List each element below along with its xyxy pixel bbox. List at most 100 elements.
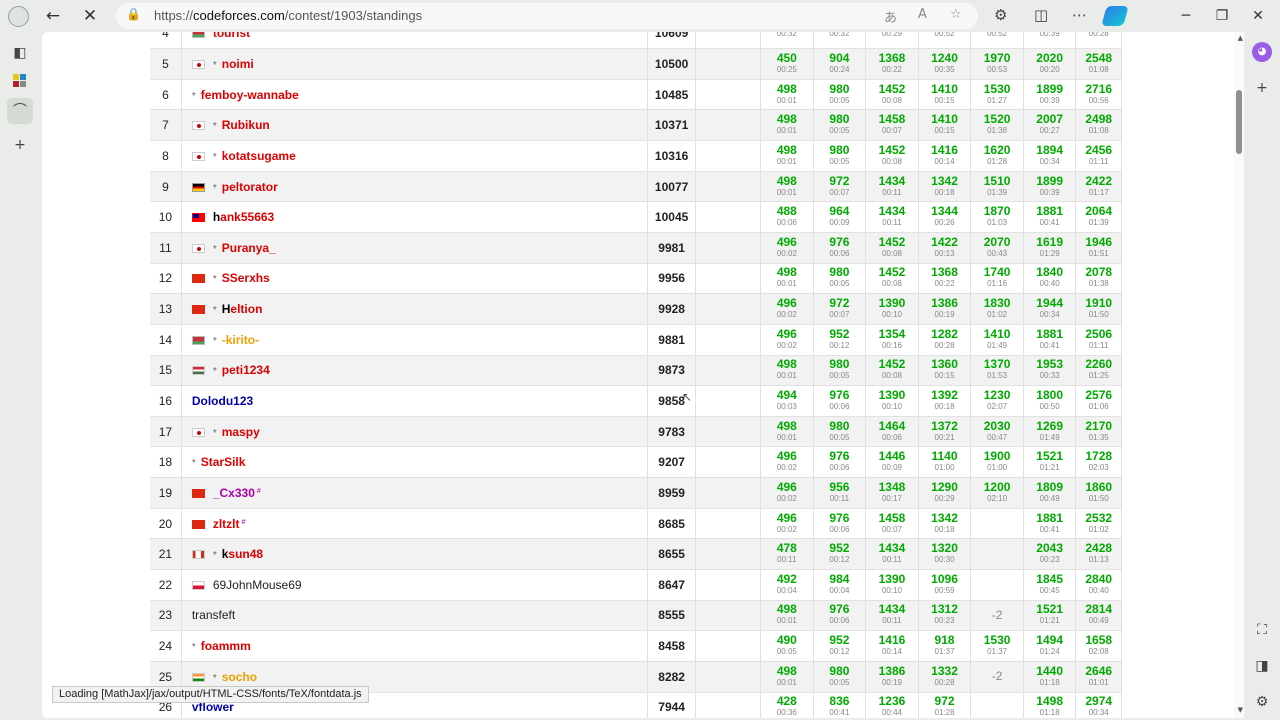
problem-result-cell[interactable]: 1452 00:08 <box>865 232 919 264</box>
problem-result-cell[interactable]: 1370 01:53 <box>970 355 1024 386</box>
problem-result-cell[interactable]: 1970 00:53 <box>970 48 1024 80</box>
problem-result-cell[interactable]: 1282 00:28 <box>918 324 972 356</box>
problem-result-cell[interactable]: 498 00:01 <box>760 171 814 202</box>
problem-result-cell[interactable]: 1899 00:39 <box>1023 171 1077 202</box>
problem-result-cell[interactable]: 1200 02:10 <box>970 477 1024 509</box>
problem-result-cell[interactable]: 980 00:05 <box>813 79 867 110</box>
participant-handle-link[interactable]: _Cx330 <box>213 486 255 500</box>
problem-result-cell[interactable]: 976 00:06 <box>813 232 867 264</box>
participant-handle-link[interactable]: Heltion <box>222 302 263 316</box>
problem-result-cell[interactable]: 952 00:12 <box>813 630 867 662</box>
url-text[interactable]: https://codeforces.com/contest/1903/stan… <box>154 8 422 23</box>
problem-result-cell[interactable]: -2 <box>970 661 1024 693</box>
problem-result-cell[interactable]: 1899 00:39 <box>1023 79 1077 110</box>
problem-result-cell[interactable]: 984 00:04 <box>813 569 867 601</box>
problem-result-cell[interactable]: 1269 01:49 <box>1023 416 1077 447</box>
sidebar-toggle-icon[interactable]: ◨ <box>1252 656 1272 676</box>
problem-result-cell[interactable]: 00:52 <box>970 32 1024 49</box>
problem-result-cell[interactable]: 1498 01:18 <box>1023 692 1077 718</box>
problem-result-cell[interactable]: 00:52 <box>918 32 972 49</box>
problem-result-cell[interactable]: 1290 00:29 <box>918 477 972 509</box>
participant-handle-link[interactable]: zltzlt <box>213 517 240 531</box>
problem-result-cell[interactable]: 498 00:01 <box>760 109 814 141</box>
loading-tab-icon[interactable]: ⌒ <box>7 98 33 124</box>
maximize-icon[interactable]: ❐ <box>1204 4 1240 28</box>
problem-result-cell[interactable]: 1140 01:00 <box>918 446 972 478</box>
problem-result-cell[interactable]: 1840 00:40 <box>1023 263 1077 294</box>
problem-result-cell[interactable]: 1452 00:08 <box>865 355 919 386</box>
problem-result-cell[interactable]: 1392 00:18 <box>918 385 972 417</box>
problem-result-cell[interactable] <box>970 538 1024 570</box>
problem-result-cell[interactable]: 1881 00:41 <box>1023 201 1077 233</box>
participant-handle-link[interactable]: ksun48 <box>222 547 263 561</box>
problem-result-cell[interactable]: 1619 01:29 <box>1023 232 1077 264</box>
problem-result-cell[interactable]: 1860 01:50 <box>1075 477 1122 509</box>
problem-result-cell[interactable]: 1446 00:09 <box>865 446 919 478</box>
problem-result-cell[interactable]: 1440 01:18 <box>1023 661 1077 693</box>
problem-result-cell[interactable] <box>970 569 1024 601</box>
problem-result-cell[interactable]: 496 00:02 <box>760 293 814 325</box>
problem-result-cell[interactable]: 2170 01:35 <box>1075 416 1122 447</box>
problem-result-cell[interactable]: 1416 00:14 <box>865 630 919 662</box>
participant-handle-link[interactable]: noimi <box>222 57 254 71</box>
translate-icon[interactable]: あ <box>884 7 897 26</box>
problem-result-cell[interactable]: 498 00:01 <box>760 416 814 447</box>
problem-result-cell[interactable]: 498 00:01 <box>760 140 814 172</box>
copilot-icon[interactable] <box>1101 6 1129 26</box>
problem-result-cell[interactable]: 494 00:03 <box>760 385 814 417</box>
participant-handle-link[interactable]: transfeft <box>192 608 235 622</box>
problem-result-cell[interactable]: 1348 00:17 <box>865 477 919 509</box>
participant-handle-link[interactable]: foammm <box>201 639 251 653</box>
problem-result-cell[interactable]: 1458 00:07 <box>865 508 919 539</box>
problem-result-cell[interactable]: 496 00:02 <box>760 232 814 264</box>
problem-result-cell[interactable]: 2064 01:39 <box>1075 201 1122 233</box>
participant-handle-link[interactable]: Dolodu123 <box>192 394 253 408</box>
problem-result-cell[interactable]: 1240 00:35 <box>918 48 972 80</box>
scroll-up-icon[interactable]: ▲ <box>1238 34 1243 42</box>
problem-result-cell[interactable]: 1422 00:13 <box>918 232 972 264</box>
problem-result-cell[interactable]: 2428 01:13 <box>1075 538 1122 570</box>
extensions-icon[interactable]: ⚙ <box>994 6 1007 24</box>
problem-result-cell[interactable]: 498 00:01 <box>760 263 814 294</box>
problem-result-cell[interactable]: 2030 00:47 <box>970 416 1024 447</box>
new-tab-icon[interactable]: + <box>7 132 33 158</box>
problem-result-cell[interactable]: 1230 02:07 <box>970 385 1024 417</box>
problem-result-cell[interactable]: 2078 01:38 <box>1075 263 1122 294</box>
problem-result-cell[interactable]: 1520 01:38 <box>970 109 1024 141</box>
problem-result-cell[interactable]: 918 01:37 <box>918 630 972 662</box>
problem-result-cell[interactable]: 2007 00:27 <box>1023 109 1077 141</box>
scrollbar[interactable]: ▲ ▼ <box>1234 32 1244 718</box>
problem-result-cell[interactable]: 496 00:02 <box>760 508 814 539</box>
more-menu-icon[interactable]: ⋯ <box>1072 6 1087 24</box>
problem-result-cell[interactable]: 1910 01:50 <box>1075 293 1122 325</box>
stop-loading-icon[interactable]: ✕ <box>77 4 103 28</box>
participant-handle-link[interactable]: peti1234 <box>222 363 270 377</box>
codeforces-tab-icon[interactable] <box>7 68 33 94</box>
problem-result-cell[interactable]: 1434 00:11 <box>865 600 919 631</box>
problem-result-cell[interactable]: 972 00:07 <box>813 293 867 325</box>
problem-result-cell[interactable]: 1390 00:10 <box>865 293 919 325</box>
problem-result-cell[interactable]: 1386 00:19 <box>918 293 972 325</box>
problem-result-cell[interactable]: 1096 00:59 <box>918 569 972 601</box>
problem-result-cell[interactable]: 00:32 <box>760 32 814 49</box>
problem-result-cell[interactable]: 1368 00:22 <box>918 263 972 294</box>
minimize-icon[interactable]: ─ <box>1168 4 1204 28</box>
problem-result-cell[interactable]: 1452 00:08 <box>865 140 919 172</box>
problem-result-cell[interactable]: 2498 01:08 <box>1075 109 1122 141</box>
problem-result-cell[interactable]: 1845 00:45 <box>1023 569 1077 601</box>
participant-handle-link[interactable]: hank55663 <box>213 210 274 224</box>
problem-result-cell[interactable]: 2840 00:40 <box>1075 569 1122 601</box>
problem-result-cell[interactable]: 1464 00:06 <box>865 416 919 447</box>
problem-result-cell[interactable]: 1728 02:03 <box>1075 446 1122 478</box>
problem-result-cell[interactable]: 488 00:06 <box>760 201 814 233</box>
participant-handle-link[interactable]: kotatsugame <box>222 149 296 163</box>
problem-result-cell[interactable]: 498 00:01 <box>760 79 814 110</box>
problem-result-cell[interactable]: 980 00:05 <box>813 140 867 172</box>
problem-result-cell[interactable]: 1410 01:49 <box>970 324 1024 356</box>
participant-handle-link[interactable]: SSerxhs <box>222 271 270 285</box>
problem-result-cell[interactable]: 2576 01:06 <box>1075 385 1122 417</box>
problem-result-cell[interactable]: 490 00:05 <box>760 630 814 662</box>
problem-result-cell[interactable]: 956 00:11 <box>813 477 867 509</box>
address-bar[interactable]: 🔒 https://codeforces.com/contest/1903/st… <box>116 3 978 29</box>
problem-result-cell[interactable]: 1658 02:08 <box>1075 630 1122 662</box>
